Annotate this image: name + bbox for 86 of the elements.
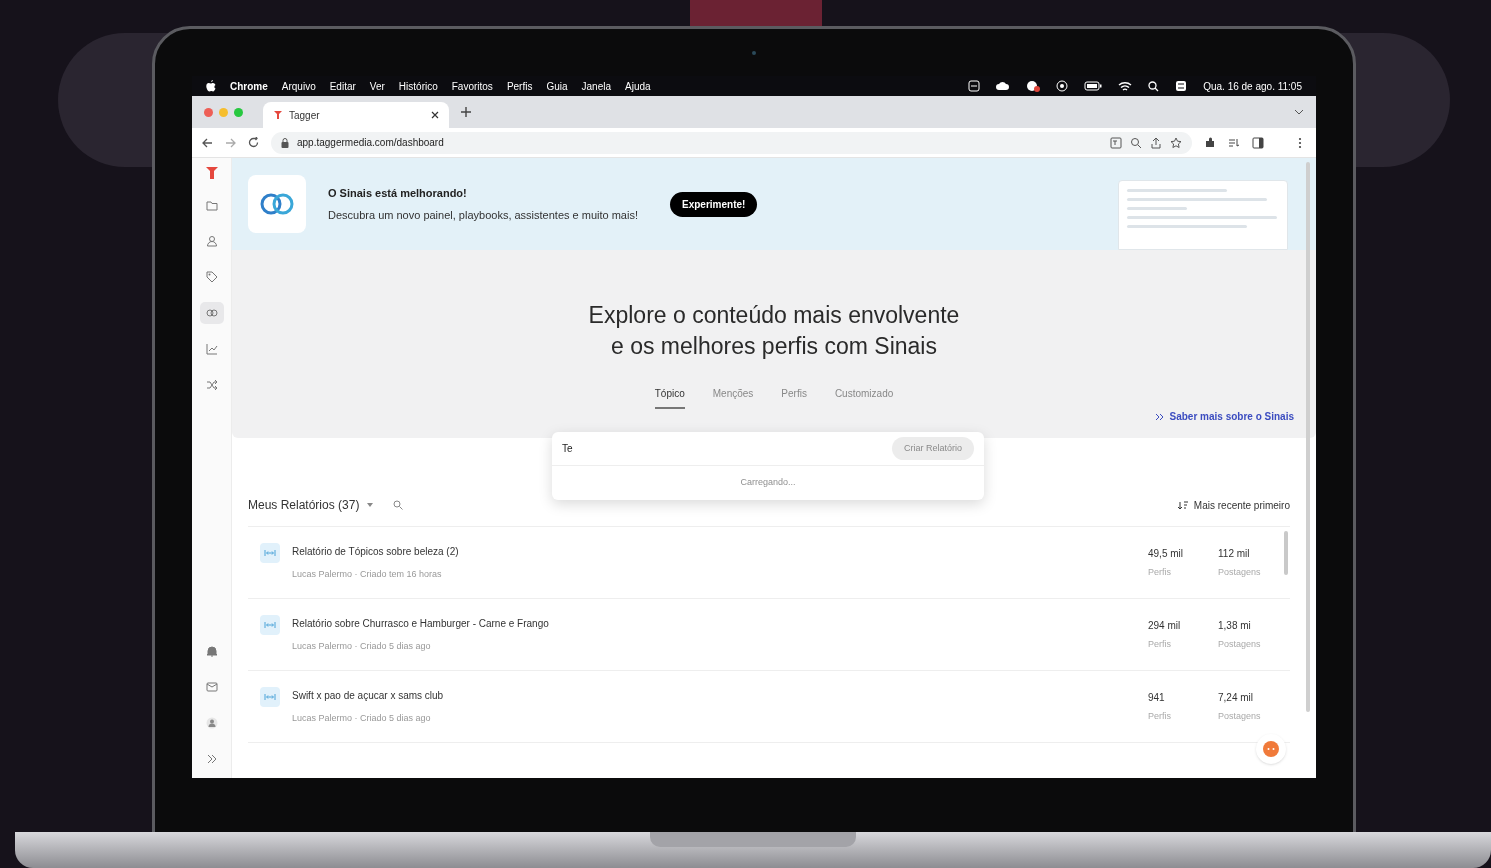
zoom-icon[interactable]: [1130, 136, 1142, 149]
menu-item[interactable]: Guia: [546, 78, 568, 94]
chevron-down-icon[interactable]: [1294, 109, 1304, 115]
learn-more-link[interactable]: Saber mais sobre o Sinais: [1154, 409, 1294, 424]
hero-heading: Explore o conteúdo mais envolvente e os melhores perfis com Sinais: [588, 301, 960, 361]
page-scrollbar[interactable]: [1306, 162, 1310, 712]
stat-label: Perfis: [1148, 709, 1172, 723]
stat-value: 941: [1148, 690, 1166, 705]
stat-label: Postagens: [1218, 709, 1262, 723]
cloud-icon[interactable]: [996, 81, 1011, 91]
avatar-icon[interactable]: [205, 717, 218, 729]
forward-icon[interactable]: [225, 137, 236, 148]
browser-tab[interactable]: Tagger: [263, 102, 449, 128]
reports-title[interactable]: Meus Relatórios (37): [248, 496, 360, 514]
stat-label: Perfis: [1148, 565, 1172, 579]
report-meta: Lucas Palermo · Criado 5 dias ago: [292, 711, 432, 725]
stat-label: Postagens: [1218, 565, 1262, 579]
list-scrollbar[interactable]: [1284, 531, 1288, 575]
translate-icon[interactable]: [1110, 136, 1122, 149]
extensions-icon[interactable]: [1204, 136, 1216, 149]
bracket-arrows-icon: [264, 549, 276, 557]
bell-icon[interactable]: [205, 645, 218, 657]
linked-rings-icon: [205, 307, 218, 319]
media-icon[interactable]: [1228, 136, 1240, 149]
app-menu[interactable]: Chrome: [230, 78, 268, 94]
banner-text: Descubra um novo painel, playbooks, assistentes e muito mais!: [328, 207, 638, 223]
menu-item[interactable]: Ajuda: [625, 78, 651, 94]
report-title: Relatório de Tópicos sobre beleza (2): [292, 544, 460, 559]
menu-item[interactable]: Perfis: [506, 78, 533, 94]
star-icon[interactable]: [1170, 136, 1182, 149]
wifi-icon[interactable]: [1118, 80, 1133, 92]
menu-item[interactable]: Histórico: [398, 78, 438, 94]
menu-item[interactable]: Ver: [369, 78, 385, 94]
stat-label: Perfis: [1148, 637, 1172, 651]
tab-title: Tagger: [289, 108, 321, 123]
shuffle-icon: [205, 379, 218, 391]
report-title: Relatório sobre Churrasco e Hamburger - Carne e Frango: [292, 616, 550, 631]
menu-item[interactable]: Favoritos: [451, 78, 493, 94]
sort-button[interactable]: Mais recente primeiro: [1177, 497, 1290, 513]
caret-down-icon[interactable]: [367, 503, 374, 507]
stat-value: 7,24 mil: [1218, 690, 1254, 705]
stat-value: 1,38 mi: [1218, 618, 1252, 633]
back-icon[interactable]: [202, 137, 213, 148]
tab-logo-icon: [273, 110, 283, 120]
bracket-arrows-icon: [264, 693, 276, 701]
apple-icon[interactable]: [206, 80, 216, 92]
control-center-icon[interactable]: [1175, 80, 1188, 92]
report-title: Swift x pao de açucar x sams club: [292, 688, 445, 703]
folder-icon: [205, 199, 218, 211]
url-text: app.taggermedia.com/dashboard: [297, 136, 445, 150]
search-input[interactable]: Te: [562, 441, 892, 456]
target-icon[interactable]: [1056, 80, 1069, 92]
search-icon[interactable]: [1148, 80, 1160, 92]
lock-icon: [281, 137, 289, 148]
side-panel-icon[interactable]: [1252, 136, 1264, 149]
banner-title: O Sinais está melhorando!: [328, 186, 468, 201]
mail-icon[interactable]: [205, 681, 218, 693]
close-icon[interactable]: [431, 111, 439, 119]
battery-icon[interactable]: [1084, 81, 1103, 91]
report-meta: Lucas Palermo · Criado 5 dias ago: [292, 639, 432, 653]
chat-face-icon: [1262, 740, 1280, 758]
line-chart-icon: [205, 343, 218, 355]
new-tab-icon[interactable]: [461, 107, 471, 117]
bracket-arrows-icon: [264, 621, 276, 629]
address-bar[interactable]: app.taggermedia.com/dashboard: [271, 131, 1192, 154]
menubar-clock[interactable]: Qua. 16 de ago. 11:05: [1203, 78, 1302, 94]
report-type-tab[interactable]: Tópico: [654, 386, 685, 409]
report-meta: Lucas Palermo · Criado tem 16 horas: [292, 567, 443, 581]
reload-icon[interactable]: [248, 137, 259, 148]
sidebar-item[interactable]: [199, 302, 224, 324]
stat-value: 112 mil: [1218, 546, 1251, 561]
stat-value: 49,5 mil: [1148, 546, 1184, 561]
person-icon: [205, 235, 218, 247]
double-arrow-icon: [1154, 413, 1165, 422]
share-icon[interactable]: [1150, 136, 1162, 149]
menu-item[interactable]: Arquivo: [281, 78, 316, 94]
try-button[interactable]: Experimente!: [670, 191, 758, 217]
status-icon[interactable]: [968, 80, 981, 92]
menu-item[interactable]: Editar: [329, 78, 356, 94]
stat-value: 294 mil: [1148, 618, 1182, 633]
loading-text: Carregando...: [739, 476, 797, 489]
stat-label: Postagens: [1218, 637, 1262, 651]
double-chevron-icon[interactable]: [205, 753, 218, 765]
menu-item[interactable]: Janela: [581, 78, 612, 94]
tag-icon: [205, 271, 218, 283]
sort-icon: [1177, 500, 1188, 510]
